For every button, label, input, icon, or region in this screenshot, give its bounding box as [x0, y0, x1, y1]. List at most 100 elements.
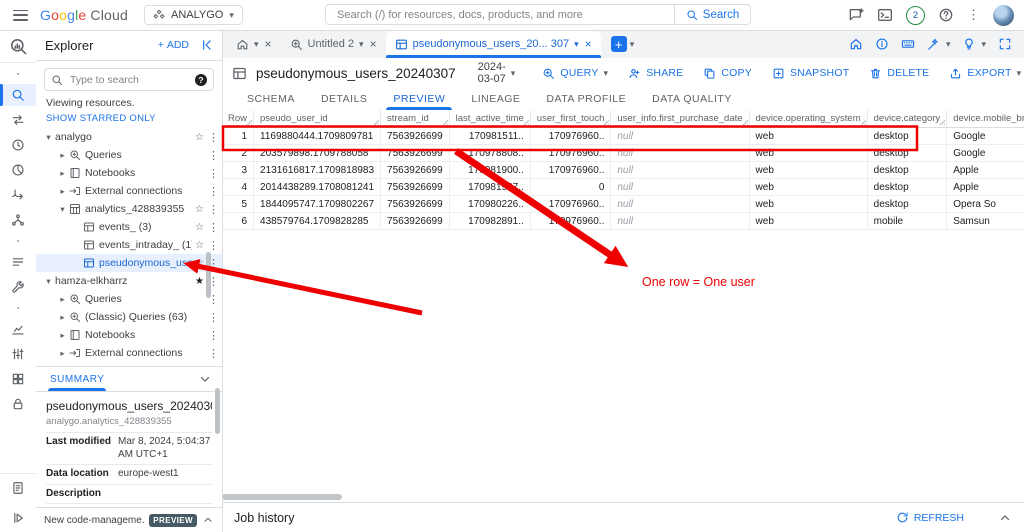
chevron-down-icon[interactable]: ▾: [254, 40, 259, 49]
tab-summary[interactable]: SUMMARY: [50, 367, 104, 391]
search-button[interactable]: Search: [675, 4, 751, 25]
cloud-shell-icon[interactable]: [877, 7, 893, 23]
chevron-right-icon[interactable]: ▸: [56, 330, 69, 341]
tree-item[interactable]: ▾analytics_428839355☆⋮: [36, 200, 222, 218]
chevron-down-icon[interactable]: ▾: [56, 204, 69, 215]
more-options-icon[interactable]: ⋮: [207, 239, 220, 252]
chevron-down-icon[interactable]: ▾: [630, 40, 635, 49]
rail-item-play[interactable]: [0, 510, 36, 526]
export-button[interactable]: EXPORT▾: [940, 61, 1024, 85]
tree-item[interactable]: ▸Queries⋮: [36, 146, 222, 164]
column-header[interactable]: stream_id: [381, 110, 450, 128]
chevron-right-icon[interactable]: ▸: [56, 312, 69, 323]
chevron-down-icon[interactable]: ▾: [946, 40, 951, 49]
table-date-selector[interactable]: 2024-03-07 ▾: [478, 61, 516, 85]
snapshot-button[interactable]: SNAPSHOT: [763, 61, 858, 85]
more-options-icon[interactable]: ⋮: [207, 329, 220, 342]
tree-item[interactable]: ▸(Classic) Queries (63)⋮: [36, 308, 222, 326]
share-button[interactable]: SHARE: [619, 61, 692, 85]
tab-details[interactable]: DETAILS: [308, 88, 380, 110]
tree-item[interactable]: ▸Queries⋮: [36, 290, 222, 308]
table-row[interactable]: 42014438289.1708081241756392669917098198…: [222, 179, 1024, 196]
star-icon[interactable]: ☆: [192, 132, 207, 143]
editor-tab-home[interactable]: ▾×: [227, 30, 281, 58]
tree-item[interactable]: ▸External connections⋮: [36, 344, 222, 362]
tree-item[interactable]: pseudonymous_user...☆⋮: [36, 254, 222, 272]
table-row[interactable]: 11169880444.1709809781756392669917098151…: [222, 128, 1024, 145]
more-options-icon[interactable]: ⋮: [207, 131, 220, 144]
notifications-badge[interactable]: 2: [906, 6, 925, 25]
chevron-right-icon[interactable]: ▸: [56, 348, 69, 359]
more-options-icon[interactable]: ⋮: [207, 365, 220, 367]
avatar[interactable]: [993, 5, 1014, 26]
rail-item-docnote[interactable]: [0, 480, 36, 496]
house-icon[interactable]: [849, 37, 863, 51]
rail-item-lock[interactable]: [0, 393, 36, 415]
rail-item-orgtree[interactable]: [0, 209, 36, 231]
tab-data-quality[interactable]: DATA QUALITY: [639, 88, 745, 110]
add-button[interactable]: + ADD: [158, 39, 189, 51]
chevron-down-icon[interactable]: [198, 372, 212, 386]
table-row[interactable]: 2203579898.17097880587563926699170978808…: [222, 145, 1024, 162]
help-icon[interactable]: ?: [195, 74, 207, 86]
chevron-down-icon[interactable]: ▾: [574, 40, 579, 49]
column-header[interactable]: device.mobile_brand_name: [947, 110, 1024, 128]
column-header[interactable]: Row: [222, 110, 254, 128]
rail-item-list[interactable]: [0, 251, 36, 273]
close-icon[interactable]: ×: [370, 37, 377, 51]
more-options-icon[interactable]: ⋮: [207, 185, 220, 198]
chevron-right-icon[interactable]: ▸: [56, 294, 69, 305]
rail-item-search[interactable]: [0, 84, 36, 106]
tree-item[interactable]: ▾analygo☆⋮: [36, 128, 222, 146]
rail-item-wrench[interactable]: [0, 276, 36, 298]
tree-item[interactable]: ▸analytics_...☆⋮: [36, 362, 222, 366]
bigquery-logo-icon[interactable]: [9, 37, 28, 56]
rail-item-equalizer[interactable]: [0, 343, 36, 365]
rail-item-gridbi[interactable]: [0, 368, 36, 390]
star-icon[interactable]: ☆: [192, 258, 207, 269]
search-field[interactable]: [325, 4, 675, 25]
star-icon[interactable]: ☆: [192, 366, 207, 367]
help-icon[interactable]: [938, 7, 954, 23]
more-options-icon[interactable]: ⋮: [207, 347, 220, 360]
info-icon[interactable]: [875, 37, 889, 51]
tree-item[interactable]: events_intraday_ (1)☆⋮: [36, 236, 222, 254]
table-row[interactable]: 32131616817.1709818983756392669917098190…: [222, 162, 1024, 179]
summary-scrollbar[interactable]: [215, 388, 220, 434]
column-header[interactable]: user_first_touch: [530, 110, 611, 128]
star-icon[interactable]: ☆: [192, 240, 207, 251]
tab-lineage[interactable]: LINEAGE: [458, 88, 533, 110]
chevron-right-icon[interactable]: ▸: [56, 150, 69, 161]
chevron-right-icon[interactable]: ▸: [56, 168, 69, 179]
copy-button[interactable]: COPY: [694, 61, 761, 85]
tree-item[interactable]: ▸Notebooks⋮: [36, 164, 222, 182]
more-options-icon[interactable]: ⋮: [207, 203, 220, 216]
column-header[interactable]: user_info.first_purchase_date: [611, 110, 749, 128]
close-icon[interactable]: ×: [265, 37, 272, 51]
more-options-icon[interactable]: ⋮: [207, 311, 220, 324]
column-header[interactable]: device.category: [867, 110, 947, 128]
query-button[interactable]: QUERY▾: [533, 61, 617, 85]
chevron-right-icon[interactable]: ▸: [56, 366, 69, 367]
tab-preview[interactable]: PREVIEW: [380, 88, 458, 110]
column-header[interactable]: device.operating_system: [749, 110, 867, 128]
horizontal-scrollbar[interactable]: [222, 494, 342, 500]
main-menu-icon[interactable]: [13, 10, 28, 21]
tree-item[interactable]: ▸External connections⋮: [36, 182, 222, 200]
chevron-down-icon[interactable]: ▾: [42, 132, 55, 143]
editor-tab-untitled-2[interactable]: Untitled 2▾×: [281, 30, 386, 58]
chevron-down-icon[interactable]: ▾: [42, 276, 55, 287]
rail-item-chartline[interactable]: [0, 318, 36, 340]
show-starred-only-link[interactable]: SHOW STARRED ONLY: [36, 109, 222, 126]
tree-item[interactable]: ▾hamza-elkharrz★⋮: [36, 272, 222, 290]
google-cloud-logo[interactable]: Google Cloud: [40, 7, 128, 23]
feedback-icon[interactable]: [848, 7, 864, 23]
tab-schema[interactable]: SCHEMA: [234, 88, 308, 110]
chevron-right-icon[interactable]: ▸: [56, 186, 69, 197]
job-history-refresh-button[interactable]: REFRESH: [896, 511, 964, 524]
explorer-search-input[interactable]: [68, 73, 190, 87]
editor-tab-pseudonymous-users-20-307[interactable]: pseudonymous_users_20... 307▾×: [386, 30, 601, 58]
search-input[interactable]: [335, 8, 665, 22]
footer-announcement[interactable]: New code-manageme...: [44, 515, 144, 526]
chevron-down-icon[interactable]: ▾: [981, 40, 986, 49]
